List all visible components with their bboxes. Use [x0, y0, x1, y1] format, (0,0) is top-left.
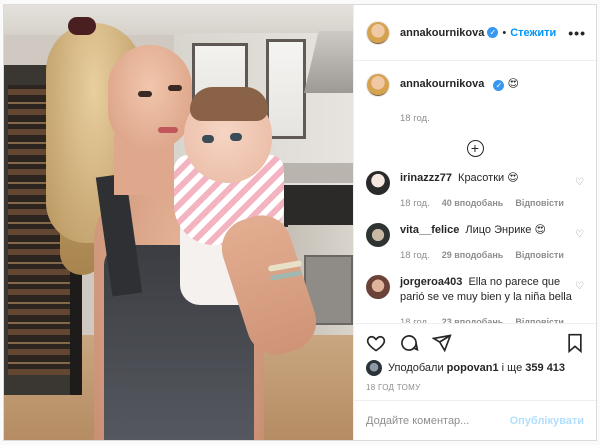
liker-avatar[interactable] — [366, 360, 382, 376]
verified-icon: ✓ — [487, 27, 499, 38]
comment-likes[interactable]: 40 вподобань — [442, 196, 504, 211]
reply-button[interactable]: Відповісти — [515, 315, 564, 323]
comment-text: Лицо Энрике 😍 — [465, 224, 546, 236]
commenter-avatar[interactable] — [366, 275, 390, 299]
more-icon[interactable]: ••• — [568, 25, 586, 41]
caption-username[interactable]: annakournikova — [400, 78, 484, 90]
caption-timestamp[interactable]: 18 год. — [400, 113, 584, 124]
load-more-comments-button[interactable]: + — [466, 140, 484, 157]
author-username[interactable]: annakournikova — [400, 27, 484, 39]
post-header: annakournikova ✓ • Стежити ••• — [354, 5, 596, 61]
heart-icon[interactable]: ♡ — [575, 229, 584, 240]
add-icon: + — [470, 140, 480, 156]
action-bar — [366, 332, 584, 354]
heart-icon[interactable]: ♡ — [575, 281, 584, 292]
reply-button[interactable]: Відповісти — [515, 248, 564, 263]
follow-button[interactable]: Стежити — [510, 27, 556, 39]
comment-time[interactable]: 18 год. — [400, 315, 430, 323]
commenter-avatar[interactable] — [366, 171, 390, 195]
comment-username[interactable]: vita__felice — [400, 224, 459, 236]
comment-username[interactable]: irinazzz77 — [400, 172, 452, 184]
bookmark-icon[interactable] — [566, 333, 584, 353]
liked-prefix: Уподобали — [388, 362, 444, 374]
post-photo[interactable] — [4, 5, 353, 440]
add-comment-row: Опублікувати — [354, 400, 596, 440]
post-actions: Уподобали popovan1 і ще 359 413 18 ГОД Т… — [354, 323, 596, 400]
comment-likes[interactable]: 29 вподобань — [442, 248, 504, 263]
liked-count[interactable]: 359 413 — [525, 362, 565, 374]
comment-text: Красотки 😍 — [458, 172, 519, 184]
reply-button[interactable]: Відповісти — [515, 196, 564, 211]
comment-icon[interactable] — [399, 333, 419, 353]
post-card: annakournikova ✓ • Стежити ••• annakourn… — [3, 4, 597, 441]
post-side-panel: annakournikova ✓ • Стежити ••• annakourn… — [353, 5, 596, 440]
author-avatar[interactable] — [366, 20, 390, 45]
liked-mid: і ще — [501, 362, 523, 374]
comment-time[interactable]: 18 год. — [400, 196, 430, 211]
verified-icon: ✓ — [493, 80, 505, 91]
comment-username[interactable]: jorgeroa403 — [400, 276, 462, 288]
caption-text: 😍 — [507, 78, 519, 90]
caption-avatar[interactable] — [366, 73, 390, 97]
heart-icon[interactable] — [366, 333, 386, 353]
post-time-ago[interactable]: 18 ГОД ТОМУ — [366, 383, 584, 392]
liked-user[interactable]: popovan1 — [447, 362, 499, 374]
share-icon[interactable] — [432, 333, 452, 353]
header-separator: • — [502, 26, 507, 39]
publish-button[interactable]: Опублікувати — [510, 415, 584, 427]
comment-input[interactable] — [366, 414, 510, 427]
comment-time[interactable]: 18 год. — [400, 248, 430, 263]
liked-by: Уподобали popovan1 і ще 359 413 — [366, 360, 584, 376]
commenter-avatar[interactable] — [366, 223, 390, 247]
comment-item: jorgeroa403 Ella no parece que parió se … — [366, 275, 584, 323]
comment-likes[interactable]: 23 вподобань — [442, 315, 504, 323]
comments-list[interactable]: annakournikova ✓ 😍 18 год. + irinazzz77 … — [354, 61, 596, 323]
comment-item: irinazzz77 Красотки 😍 18 год. 40 вподоба… — [366, 171, 584, 211]
comment-item: vita__felice Лицо Энрике 😍 18 год. 29 вп… — [366, 223, 584, 263]
heart-icon[interactable]: ♡ — [575, 177, 584, 188]
post-caption: annakournikova ✓ 😍 — [366, 73, 584, 97]
